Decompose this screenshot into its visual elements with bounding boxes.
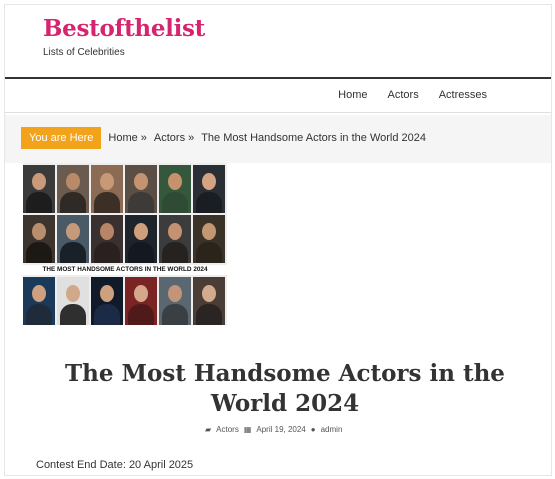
photo-shoulders [196,304,222,325]
photo-face [100,285,114,302]
photo-shoulders [162,242,188,263]
actor-photo [57,277,89,325]
site-tagline: Lists of Celebrities [43,47,125,58]
calendar-icon: ▦ [243,425,252,434]
breadcrumb-bar: You are Here Home » Actors » The Most Ha… [5,115,551,163]
photo-face [168,173,182,190]
post-meta: ▰ Actors ▦ April 19, 2024 ● admin [205,425,342,434]
photo-face [100,223,114,240]
photo-face [66,173,80,190]
photo-face [134,173,148,190]
post-category[interactable]: Actors [216,425,239,434]
contest-bar: Contest End Date: 20 April 2025 [5,443,551,475]
actor-photo [193,277,225,325]
page-frame: Bestofthelist Lists of Celebrities Home … [4,4,552,476]
post-card: THE MOST HANDSOME ACTORS IN THE WORLD 20… [23,163,535,435]
actor-photo [125,215,157,263]
breadcrumb-separator: » [140,132,147,144]
post-date[interactable]: April 19, 2024 [256,425,305,434]
photo-shoulders [94,242,120,263]
photo-face [32,223,46,240]
photo-row [23,165,225,213]
nav-actors[interactable]: Actors [388,89,419,101]
actor-photo [91,277,123,325]
nav-home[interactable]: Home [338,89,367,101]
actor-photo [125,277,157,325]
breadcrumb-actors[interactable]: Actors [154,132,185,144]
actor-photo [193,215,225,263]
photo-shoulders [60,304,86,325]
actor-photo [159,215,191,263]
photo-shoulders [26,242,52,263]
photo-face [134,223,148,240]
photo-face [202,173,216,190]
photo-face [202,223,216,240]
actor-photo [57,165,89,213]
main-nav: Home Actors Actresses [338,89,487,101]
actor-photo [193,165,225,213]
breadcrumb-separator: » [188,132,195,144]
photo-shoulders [26,304,52,325]
actor-photo [91,215,123,263]
actor-photo [57,215,89,263]
actor-photo [23,165,55,213]
brand: Bestofthelist Lists of Celebrities [43,15,205,58]
actor-photo [23,215,55,263]
actor-photo [23,277,55,325]
post-author[interactable]: admin [321,425,343,434]
photo-shoulders [94,192,120,213]
nav-divider [5,112,551,113]
breadcrumb: You are Here Home » Actors » The Most Ha… [21,127,426,149]
header-divider [5,77,551,79]
photo-shoulders [128,192,154,213]
photo-shoulders [60,242,86,263]
photo-shoulders [196,192,222,213]
featured-image[interactable]: THE MOST HANDSOME ACTORS IN THE WORLD 20… [23,163,227,325]
actor-photo [159,277,191,325]
photo-face [168,223,182,240]
photo-shoulders [128,304,154,325]
photo-face [66,223,80,240]
folder-icon: ▰ [205,425,212,434]
actor-photo [91,165,123,213]
photo-face [32,173,46,190]
contest-end-date: Contest End Date: 20 April 2025 [36,459,194,471]
photo-shoulders [26,192,52,213]
photo-shoulders [162,192,188,213]
actor-photo [125,165,157,213]
user-icon: ● [310,425,316,434]
photo-row [23,215,225,263]
actor-photo [159,165,191,213]
breadcrumb-home[interactable]: Home [108,132,137,144]
photo-shoulders [162,304,188,325]
you-are-here-label: You are Here [21,127,102,149]
photo-row [23,277,225,325]
photo-face [134,285,148,302]
post-title: The Most Handsome Actors in the World 20… [65,360,505,417]
photo-face [202,285,216,302]
photo-face [66,285,80,302]
nav-actresses[interactable]: Actresses [439,89,487,101]
photo-shoulders [94,304,120,325]
photo-shoulders [128,242,154,263]
photo-shoulders [196,242,222,263]
photo-face [168,285,182,302]
photo-face [32,285,46,302]
photo-face [100,173,114,190]
featured-image-caption: THE MOST HANDSOME ACTORS IN THE WORLD 20… [23,265,227,275]
breadcrumb-current: The Most Handsome Actors in the World 20… [201,132,426,144]
photo-shoulders [60,192,86,213]
site-title[interactable]: Bestofthelist [43,15,205,43]
